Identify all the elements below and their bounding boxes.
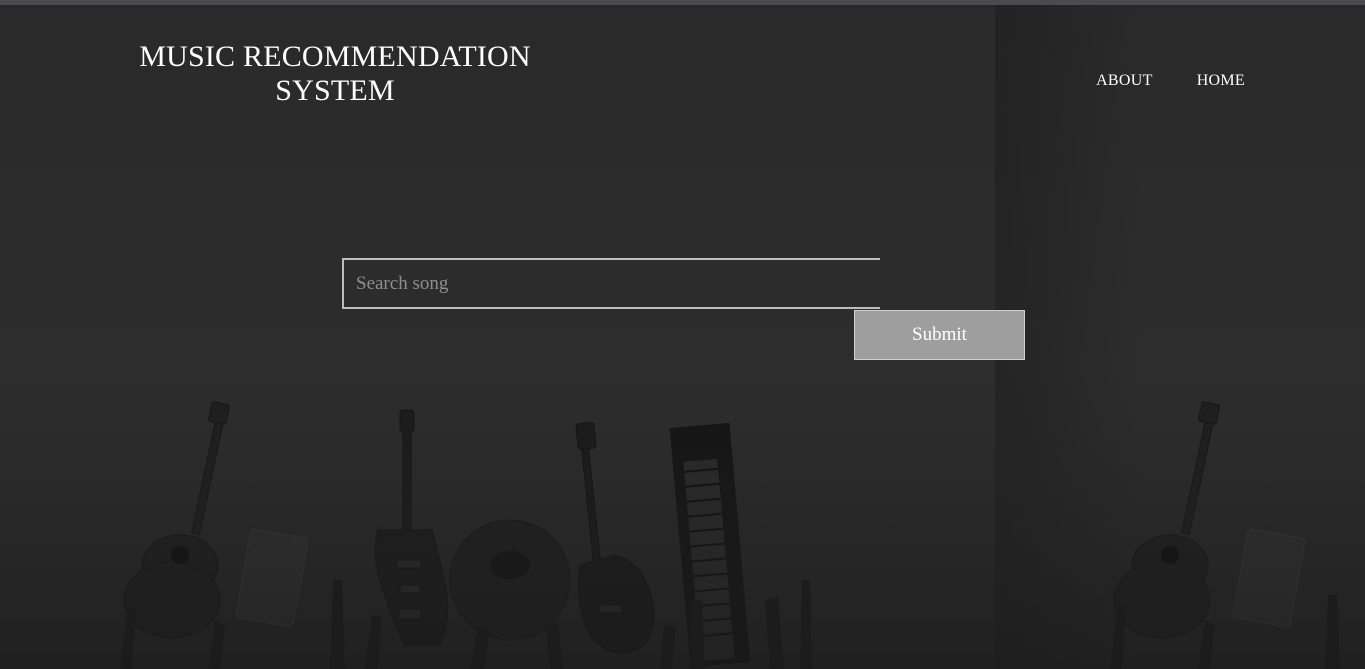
title-line-1: MUSIC RECOMMENDATION <box>139 40 531 73</box>
submit-button[interactable]: Submit <box>854 310 1025 360</box>
title-line-2: SYSTEM <box>275 74 395 107</box>
search-input[interactable] <box>342 258 880 309</box>
top-nav: ABOUT HOME <box>1096 72 1245 90</box>
page-title: MUSIC RECOMMENDATION SYSTEM <box>120 40 550 108</box>
nav-link-home[interactable]: HOME <box>1197 72 1245 90</box>
nav-link-about[interactable]: ABOUT <box>1096 72 1153 90</box>
